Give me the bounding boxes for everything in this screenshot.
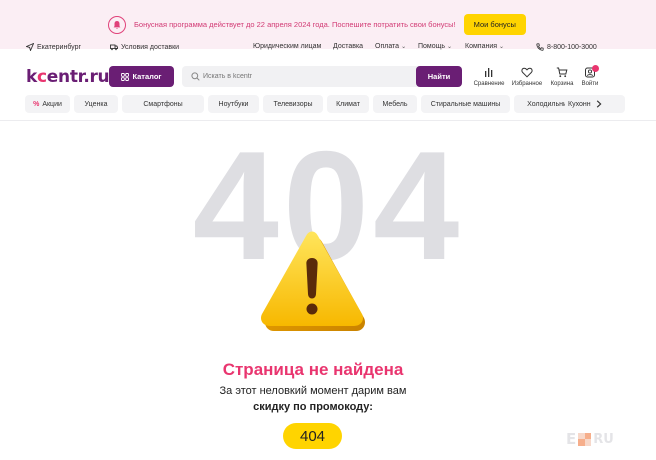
search-icon — [191, 72, 200, 81]
watermark-text: E — [566, 430, 577, 448]
location-arrow-icon — [26, 43, 34, 51]
phone-link[interactable]: 8-800-100-3000 — [536, 43, 597, 51]
truck-icon — [110, 44, 118, 51]
site-logo[interactable]: kcentr.ru — [26, 67, 110, 87]
category-chip[interactable]: Мебель — [373, 95, 417, 113]
percent-icon: % — [33, 100, 40, 108]
chevron-down-icon: ⌄ — [401, 44, 407, 50]
my-bonuses-button[interactable]: Мои бонусы — [463, 14, 526, 35]
logo-text: entr.ru — [46, 67, 110, 87]
category-chip[interactable]: Климат — [327, 95, 369, 113]
logo-accent: c — [37, 67, 47, 87]
compare-icon — [485, 68, 493, 77]
nav-delivery[interactable]: Доставка — [333, 43, 363, 50]
catalog-button[interactable]: Каталог — [109, 66, 174, 87]
chip-label: Кухонн — [568, 100, 591, 108]
cart-label: Корзина — [550, 81, 574, 87]
compare-link[interactable]: Сравнение — [471, 67, 507, 87]
page-title: Страница не найдена — [222, 360, 404, 379]
delivery-terms-link[interactable]: Условия доставки — [110, 43, 179, 51]
city-label: Екатеринбург — [37, 43, 82, 51]
login-label: Войти — [581, 81, 599, 87]
apology-text: За этот неловкий момент дарим вам — [219, 385, 407, 397]
compare-label: Сравнение — [473, 81, 505, 87]
nav-label: Юридическим лицам — [253, 43, 322, 50]
chevron-down-icon: ⌄ — [447, 44, 453, 50]
nav-label: Компания — [465, 43, 498, 50]
delivery-label: Условия доставки — [121, 43, 180, 51]
chip-label: Мебель — [382, 100, 408, 108]
favorites-label: Избранное — [511, 81, 543, 87]
promo-code-badge[interactable]: 404 — [283, 423, 342, 449]
city-selector[interactable]: Екатеринбург — [26, 43, 81, 51]
chip-label: Телевизоры — [273, 100, 313, 108]
chip-label: Стиральные машины — [430, 100, 501, 108]
category-chip[interactable]: Уценка — [74, 95, 118, 113]
category-chip[interactable]: Ноутбуки — [208, 95, 259, 113]
search-input[interactable] — [203, 70, 393, 83]
chip-label: Акции — [42, 100, 62, 108]
category-bar: % Акции Уценка Смартфоны Ноутбуки Телевиз… — [25, 95, 625, 113]
nav-help[interactable]: Помощь ⌄ — [418, 43, 452, 50]
login-link[interactable]: Войти — [572, 65, 608, 87]
phone-icon — [536, 43, 544, 51]
nav-label: Доставка — [333, 43, 364, 50]
warning-icon — [260, 231, 366, 331]
chip-label: Смартфоны — [143, 100, 183, 108]
heart-icon — [521, 67, 533, 78]
nav-label: Помощь — [418, 43, 446, 50]
category-chip[interactable]: Стиральные машины — [421, 95, 510, 113]
bell-icon — [108, 15, 126, 34]
promo-text: Бонусная программа действует до 22 апрел… — [134, 20, 456, 29]
category-chip[interactable]: Смартфоны — [122, 95, 204, 113]
notification-badge — [592, 65, 599, 72]
nav-label: Оплата — [375, 43, 400, 50]
phone-label: 8-800-100-3000 — [547, 43, 597, 51]
favorites-link[interactable]: Избранное — [509, 67, 545, 87]
nav-company[interactable]: Компания ⌄ — [465, 43, 504, 50]
chip-label: Уценка — [84, 100, 108, 108]
cart-icon — [556, 67, 568, 78]
catalog-label: Каталог — [132, 72, 162, 81]
utility-bar: Екатеринбург Условия доставки Юридически… — [0, 40, 656, 58]
chip-label: Климат — [336, 100, 360, 108]
chevron-right-icon[interactable] — [591, 95, 607, 113]
promo-caption: скидку по промокоду: — [253, 401, 373, 413]
grid-icon — [121, 72, 130, 81]
search-button[interactable]: Найти — [416, 66, 462, 87]
logo-text: k — [26, 67, 38, 87]
category-chip-sale[interactable]: % Акции — [25, 95, 70, 113]
squares-icon — [578, 432, 592, 446]
category-chip[interactable]: Телевизоры — [263, 95, 323, 113]
watermark-logo: E RU — [566, 430, 614, 448]
nav-legal-entities[interactable]: Юридическим лицам — [253, 43, 321, 50]
chevron-down-icon: ⌄ — [499, 44, 505, 50]
nav-payment[interactable]: Оплата ⌄ — [375, 43, 406, 50]
chip-label: Ноутбуки — [218, 100, 249, 108]
watermark-text: RU — [593, 431, 614, 447]
